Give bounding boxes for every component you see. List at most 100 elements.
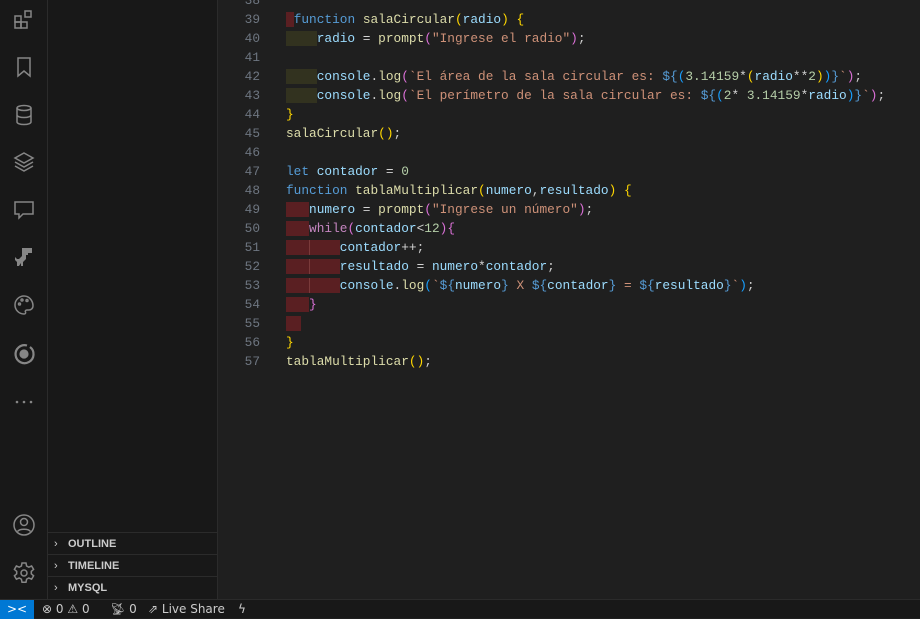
- code-token: [286, 12, 294, 27]
- line-code: }: [286, 295, 317, 314]
- code-token: [309, 240, 340, 255]
- code-token: [309, 259, 340, 274]
- remote-explorer-icon[interactable]: [12, 198, 36, 222]
- error-icon: ⊗: [42, 602, 53, 616]
- lightning-icon[interactable]: ϟ: [238, 600, 246, 618]
- code-token: (: [424, 202, 432, 217]
- code-token: (: [401, 69, 409, 84]
- line-number: 57: [244, 354, 260, 369]
- code-token: 3.14159: [746, 88, 801, 103]
- code-editor[interactable]: 38 39 function salaCircular(radio) {40 ra…: [218, 0, 920, 599]
- remote-indicator-button[interactable]: ><: [0, 600, 34, 619]
- code-line[interactable]: 46: [218, 143, 918, 162]
- code-line[interactable]: 48 function tablaMultiplicar(numero,resul…: [218, 181, 918, 200]
- code-token: ${: [639, 278, 655, 293]
- code-token: (: [408, 354, 417, 369]
- code-line[interactable]: 49 numero = prompt("Ingrese un número");: [218, 200, 918, 219]
- code-token: `: [839, 69, 847, 84]
- ports-button[interactable]: 📡︎ 0: [110, 600, 137, 618]
- line-code: while(contador<12){: [286, 219, 455, 238]
- code-token: {: [516, 12, 525, 27]
- code-line[interactable]: 53 console.log(`${numero} X ${contador} …: [218, 276, 918, 295]
- code-token: =: [408, 259, 432, 274]
- code-line[interactable]: 41: [218, 48, 918, 67]
- code-line[interactable]: 56}: [218, 333, 918, 352]
- more-icon[interactable]: [12, 390, 36, 414]
- code-line[interactable]: 39 function salaCircular(radio) {: [218, 10, 918, 29]
- code-token: ${: [662, 69, 678, 84]
- line-code: function tablaMultiplicar(numero,resulta…: [286, 181, 632, 200]
- code-token: ;: [585, 202, 594, 217]
- code-token: (: [347, 221, 356, 236]
- code-line[interactable]: 40 radio = prompt("Ingrese el radio");: [218, 29, 918, 48]
- mysql-section[interactable]: › MYSQL: [48, 576, 217, 598]
- code-token: X: [508, 278, 532, 293]
- line-number: 42: [244, 69, 260, 84]
- code-token: ;: [547, 259, 555, 274]
- code-token: [286, 202, 310, 217]
- code-line[interactable]: 57 tablaMultiplicar();: [218, 352, 918, 371]
- code-line[interactable]: 45 salaCircular();: [218, 124, 918, 143]
- code-token: ++: [401, 240, 417, 255]
- line-number: 54: [244, 297, 260, 312]
- outline-section[interactable]: › OUTLINE: [48, 532, 217, 554]
- code-token: resultado: [339, 259, 409, 274]
- line-number: 41: [244, 50, 260, 65]
- line-code: }: [286, 105, 294, 124]
- code-line[interactable]: 52 resultado = numero*contador;: [218, 257, 918, 276]
- line-number: 55: [244, 316, 260, 331]
- code-token: ;: [877, 88, 886, 103]
- code-line[interactable]: 42 console.log(`El área de la sala circu…: [218, 67, 918, 86]
- database-icon[interactable]: [12, 103, 36, 127]
- code-token: (: [424, 278, 432, 293]
- bookmarks-icon[interactable]: [12, 55, 36, 79]
- line-code: salaCircular();: [286, 124, 401, 143]
- code-token: **: [792, 69, 809, 84]
- code-token: function: [286, 183, 348, 198]
- timeline-section[interactable]: › TIMELINE: [48, 554, 217, 576]
- live-share-button[interactable]: ⇗ Live Share: [148, 600, 225, 618]
- code-token: console: [316, 88, 371, 103]
- code-line[interactable]: 50 while(contador<12){: [218, 219, 918, 238]
- code-token: *: [478, 259, 486, 274]
- code-token: ;: [424, 354, 432, 369]
- code-token: [286, 221, 310, 236]
- code-token: =: [378, 164, 402, 179]
- code-token: `El área de la sala circular es:: [408, 69, 663, 84]
- ionic-icon[interactable]: [12, 342, 36, 366]
- code-token: }: [286, 107, 294, 122]
- settings-gear-icon[interactable]: [12, 561, 36, 585]
- code-token: ;: [416, 240, 425, 255]
- code-line[interactable]: 55: [218, 314, 918, 333]
- code-token: numero: [455, 278, 502, 293]
- code-line[interactable]: 54 }: [218, 295, 918, 314]
- code-token: `: [431, 278, 440, 293]
- layers-icon[interactable]: [12, 150, 36, 174]
- code-token: [286, 31, 317, 46]
- line-code: console.log(`El área de la sala circular…: [286, 67, 862, 86]
- account-icon[interactable]: [12, 513, 36, 537]
- dinosaur-icon[interactable]: [12, 245, 36, 269]
- code-token: ;: [393, 126, 402, 141]
- line-number: 53: [244, 278, 260, 293]
- status-bar: >< ⊗ 0 ⚠ 0 📡︎ 0 ⇗ Live Share ϟ: [0, 599, 920, 619]
- code-line[interactable]: 38: [218, 0, 918, 10]
- code-line[interactable]: 44}: [218, 105, 918, 124]
- extensions-icon[interactable]: [12, 8, 36, 32]
- problems-button[interactable]: ⊗ 0 ⚠ 0: [42, 600, 90, 618]
- code-token: contador: [547, 278, 609, 293]
- code-token: ): [577, 202, 586, 217]
- code-line[interactable]: 43 console.log(`El perímetro de la sala …: [218, 86, 918, 105]
- code-line[interactable]: 51 contador++;: [218, 238, 918, 257]
- code-token: ): [385, 126, 394, 141]
- code-token: ${: [531, 278, 548, 293]
- sidebar: › OUTLINE › TIMELINE › MYSQL: [48, 0, 218, 599]
- code-line[interactable]: 47 let contador = 0: [218, 162, 918, 181]
- code-token: ;: [577, 31, 586, 46]
- palette-icon[interactable]: [12, 293, 36, 317]
- code-token: `El perímetro de la sala circular es:: [408, 88, 701, 103]
- code-token: ): [739, 278, 747, 293]
- code-token: [286, 69, 317, 84]
